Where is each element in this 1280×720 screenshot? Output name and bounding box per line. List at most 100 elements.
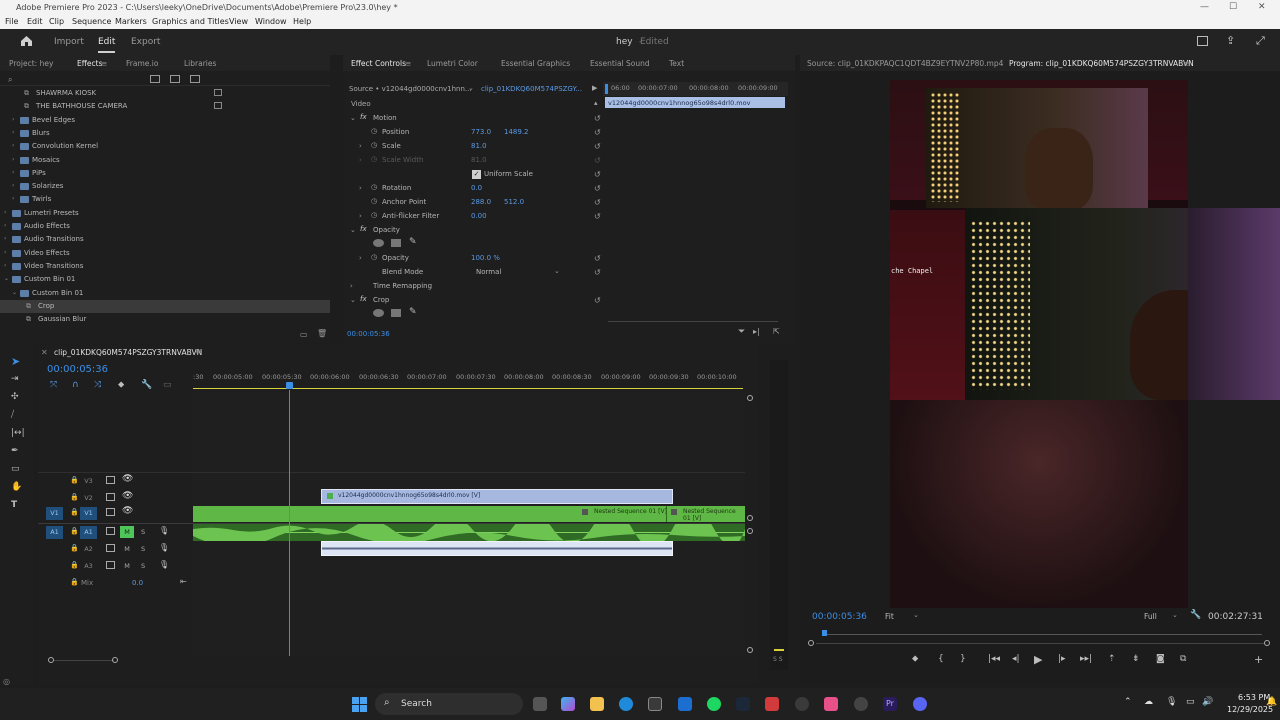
meter-label[interactable]: S S [773,656,783,663]
chevron-down-icon[interactable]: ⌄ [913,611,919,619]
program-scrubber[interactable] [812,630,1268,638]
spotify-icon[interactable] [707,697,721,711]
effects-tree-item[interactable]: › Blurs [0,127,330,140]
mute-button[interactable]: M [120,543,134,555]
chevron-down-icon[interactable]: ⌄ [468,84,474,92]
home-icon[interactable] [20,35,33,47]
timeline-playhead-handle[interactable] [286,382,293,389]
anchor-x[interactable]: 288.0 [471,198,491,206]
effects-tree-item[interactable]: › Video Transitions [0,260,330,273]
add-marker-icon[interactable]: ⬥ [912,654,918,664]
chevron-right-icon[interactable]: › [4,209,6,216]
effects-tree-item[interactable]: › Twirls [0,193,330,206]
track-name[interactable]: V1 [80,507,97,520]
timeline-timecode[interactable]: 00:00:05:36 [47,364,108,375]
reset-icon[interactable]: ↺ [594,268,601,277]
reset-icon[interactable]: ↺ [594,114,601,123]
ec-timecode[interactable]: 00:00:05:36 [347,330,390,338]
ec-mini-ruler[interactable]: 06:00 00:00:07:00 00:00:08:00 00:00:09:0… [603,82,788,96]
menu-clip[interactable]: Clip [49,17,64,26]
lock-icon[interactable]: 🔒 [70,527,79,535]
program-playhead[interactable] [822,630,827,636]
step-back-icon[interactable]: ◂| [1012,654,1020,664]
yuv-effects-icon[interactable] [190,75,200,83]
lift-icon[interactable]: ⇡ [1108,654,1116,664]
lock-icon[interactable]: 🔒 [70,493,79,501]
new-bin-icon[interactable]: ▭ [300,330,308,339]
tab-text[interactable]: Text [669,59,684,68]
effects-tree-item[interactable]: ⌄ Custom Bin 01 [0,273,330,286]
fullscreen-icon[interactable]: ⤢ [1256,34,1265,48]
mute-button[interactable]: M [120,526,134,538]
copilot-icon[interactable] [561,697,575,711]
captions-icon[interactable]: ▭ [163,380,172,390]
effects-tree-item[interactable]: ⧉ Crop [0,299,330,314]
chevron-right-icon[interactable]: › [12,142,14,149]
tab-source-monitor[interactable]: Source: clip_01KDKPAQC1QDT4BZ9EYTNV2P80.… [807,59,1003,68]
solo-button[interactable]: S [141,545,145,553]
32bit-effects-icon[interactable] [170,75,180,83]
chevron-right-icon[interactable]: › [12,182,14,189]
premiere-icon[interactable]: Pr [883,697,897,711]
chevron-down-icon[interactable]: ⌄ [4,275,9,282]
effects-tree-item[interactable]: ⌄ Custom Bin 01 [0,287,330,300]
razor-icon[interactable]: ⧸ [11,410,14,420]
microphone-icon[interactable]: 🎙 [159,560,169,569]
timeline-vscroll-handle[interactable] [747,395,753,401]
camera-icon[interactable]: ◙ [1156,654,1165,664]
media-app-icon[interactable] [824,697,838,711]
tab-essential-sound[interactable]: Essential Sound [590,59,650,68]
timeline-ruler[interactable]: :30 00:00:05:00 00:00:05:30 00:00:06:00 … [193,370,748,392]
microphone-icon[interactable]: 🎙 [159,543,169,552]
effects-tree-item[interactable]: › Mosaics [0,154,330,167]
effects-tree-item[interactable]: ⧉ THE BATHHOUSE CAMERA [0,100,330,113]
ec-zoom-bar[interactable] [608,321,778,322]
solo-button[interactable]: S [141,528,145,536]
timeline-playhead-line[interactable] [289,390,290,656]
stopwatch-icon[interactable]: ◷ [371,127,377,135]
menu-sequence[interactable]: Sequence [72,17,111,26]
close-icon[interactable]: ✕ [1258,2,1266,12]
ec-playhead[interactable] [605,84,608,94]
timeline-vscroll-end[interactable] [747,647,753,653]
chevron-right-icon[interactable]: › [12,195,14,202]
tab-project[interactable]: Project: hey [9,59,53,68]
tab-effect-controls[interactable]: Effect Controls [351,59,406,68]
type-tool-icon[interactable]: T [11,500,17,510]
filter-icon[interactable]: ⏷ [738,327,745,337]
track-select-icon[interactable]: ⇥ [11,374,19,384]
ec-row-antiflicker[interactable]: › ◷ Anti-flicker Filter 0.00 ↺ [346,210,604,224]
notifications-icon[interactable]: 🔔 [1266,697,1277,707]
track-name[interactable]: A1 [80,526,97,539]
store-icon[interactable] [648,697,662,711]
tab-export[interactable]: Export [131,37,160,47]
clip-v1[interactable]: Nested Sequence 01 [V] Nested Sequence 0… [193,506,745,522]
rectangle-mask-icon[interactable] [391,309,401,317]
wrench-icon[interactable]: 🔧 [1190,610,1201,620]
chevron-down-icon[interactable]: ⌄ [1172,611,1178,619]
tab-libraries[interactable]: Libraries [184,59,216,68]
tab-sequence[interactable]: clip_01KDKQ60M574PSZGY3TRNVABVN [54,348,202,357]
ec-row-opacity[interactable]: › ◷ Opacity 100.0 % ↺ [346,252,604,266]
tray-chevron-icon[interactable]: ⌃ [1124,697,1132,707]
reset-icon[interactable]: ↺ [594,198,601,207]
nest-icon[interactable]: ⤧ [50,380,57,390]
mute-button[interactable]: M [120,560,134,572]
effects-tree-item[interactable]: › PiPs [0,167,330,180]
sync-lock-icon[interactable] [106,476,115,484]
chevron-down-icon[interactable]: ⌄ [12,289,17,296]
tab-edit[interactable]: Edit [98,37,116,53]
tab-frameio[interactable]: Frame.io [126,59,158,68]
export-frame-icon[interactable]: ⇱ [773,327,780,336]
step-forward-icon[interactable]: |▸ [1058,654,1066,664]
play-icon[interactable]: ▶ [1034,653,1042,666]
go-to-in-icon[interactable]: |◂◂ [988,654,1000,664]
eye-icon[interactable]: 👁 [122,506,133,516]
reset-icon[interactable]: ↺ [594,296,601,305]
ec-row-blend[interactable]: Blend Mode Normal ⌄ ↺ [346,266,604,280]
fx-icon[interactable]: fx [360,113,367,121]
track-scroll-handle[interactable] [747,528,753,534]
ec-row-scale[interactable]: › ◷ Scale 81.0 ↺ [346,140,604,154]
track-name[interactable]: V3 [80,475,97,488]
rectangle-mask-icon[interactable] [391,239,401,247]
